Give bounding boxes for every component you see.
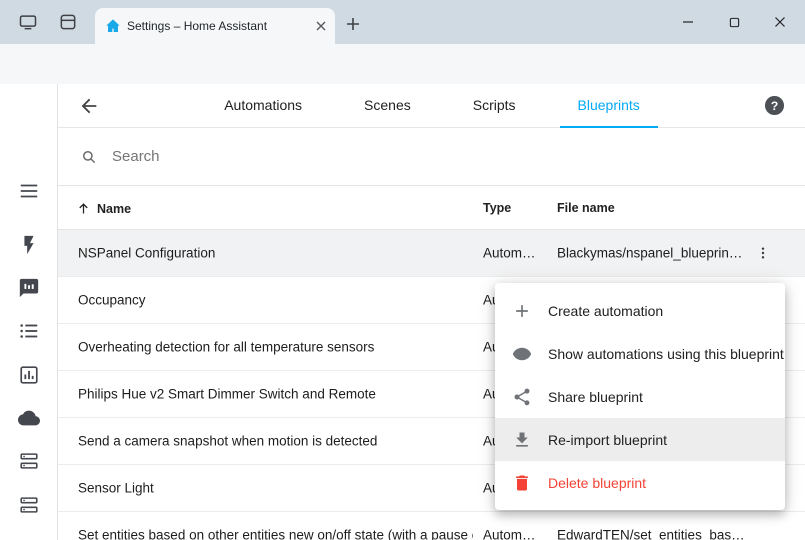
tab-blueprints[interactable]: Blueprints <box>560 84 658 128</box>
menu-item-show-automations[interactable]: Show automations using this blueprint <box>495 332 785 375</box>
new-tab-button[interactable] <box>344 15 362 33</box>
trash-icon <box>512 473 532 493</box>
window-close-button[interactable] <box>758 4 802 40</box>
sidebar-item-voice-assistant[interactable] <box>18 277 40 299</box>
search-input[interactable]: Search <box>112 148 160 165</box>
browser-titlebar: Settings – Home Assistant <box>0 0 805 44</box>
window-maximize-button[interactable] <box>712 4 756 40</box>
eye-icon <box>512 344 532 364</box>
plus-icon <box>512 301 532 321</box>
download-icon <box>512 430 532 450</box>
sidebar-item-devices[interactable] <box>18 450 40 472</box>
ha-sidebar <box>0 84 58 540</box>
row-type: Autom… <box>483 246 553 261</box>
search-row[interactable]: Search <box>58 128 805 185</box>
home-assistant-favicon <box>105 18 121 34</box>
row-name: Sensor Light <box>78 481 154 496</box>
row-file: Blackymas/nspanel_blueprin… <box>557 246 757 261</box>
search-icon <box>80 148 98 166</box>
table-row[interactable]: Set entities based on other entities new… <box>58 512 805 540</box>
sidebar-item-energy[interactable] <box>18 234 40 256</box>
row-file: EdwardTEN/set_entities_bas… <box>557 528 757 540</box>
ha-topbar: Automations Scenes Scripts Blueprints ? <box>58 84 805 128</box>
menu-item-delete-blueprint[interactable]: Delete blueprint <box>495 461 785 504</box>
ha-back-icon[interactable] <box>78 95 100 117</box>
window-minimize-button[interactable] <box>666 4 710 40</box>
table-header: Name Type File name <box>58 185 805 230</box>
column-name[interactable]: Name <box>76 186 131 231</box>
menu-item-create-automation[interactable]: Create automation <box>495 289 785 332</box>
browser-toolbar: Not secure homeassistant.local:8123/... … <box>0 44 805 84</box>
column-name-label: Name <box>97 202 131 216</box>
sidebar-menu-icon[interactable] <box>18 180 40 202</box>
row-name: Set entities based on other entities new… <box>78 528 473 540</box>
row-name: NSPanel Configuration <box>78 246 215 261</box>
menu-item-label: Show automations using this blueprint <box>548 346 784 362</box>
menu-item-reimport-blueprint[interactable]: Re-import blueprint <box>495 418 785 461</box>
workspaces-icon[interactable] <box>18 12 38 32</box>
column-file-name[interactable]: File name <box>557 201 615 215</box>
share-icon <box>512 387 532 407</box>
tab-close-icon[interactable] <box>315 20 327 32</box>
sidebar-item-history[interactable] <box>18 364 40 386</box>
sidebar-item-logbook[interactable] <box>18 320 40 342</box>
tab-scenes[interactable]: Scenes <box>346 84 429 128</box>
row-name: Occupancy <box>78 293 146 308</box>
tab-actions-icon[interactable] <box>58 12 78 32</box>
row-name: Philips Hue v2 Smart Dimmer Switch and R… <box>78 387 376 402</box>
menu-item-label: Re-import blueprint <box>548 432 667 448</box>
sidebar-item-entities[interactable] <box>18 494 40 516</box>
sort-ascending-icon <box>76 201 91 216</box>
row-name: Overheating detection for all temperatur… <box>78 340 374 355</box>
svg-text:?: ? <box>771 99 779 113</box>
menu-item-share-blueprint[interactable]: Share blueprint <box>495 375 785 418</box>
ha-tab-bar: Automations Scenes Scripts Blueprints <box>100 84 764 128</box>
menu-item-label: Create automation <box>548 303 663 319</box>
menu-item-label: Share blueprint <box>548 389 643 405</box>
row-name: Send a camera snapshot when motion is de… <box>78 434 377 449</box>
browser-tab[interactable]: Settings – Home Assistant <box>95 8 335 44</box>
help-icon[interactable]: ? <box>764 95 785 116</box>
blueprint-context-menu: Create automation Show automations using… <box>495 283 785 510</box>
menu-item-label: Delete blueprint <box>548 475 646 491</box>
tab-title: Settings – Home Assistant <box>127 19 309 33</box>
table-row[interactable]: NSPanel Configuration Autom… Blackymas/n… <box>58 230 805 277</box>
tab-automations[interactable]: Automations <box>206 84 320 128</box>
sidebar-item-cloud[interactable] <box>18 407 40 429</box>
column-type[interactable]: Type <box>483 201 511 215</box>
tab-scripts[interactable]: Scripts <box>455 84 534 128</box>
row-overflow-menu-icon[interactable] <box>755 242 771 264</box>
row-type: Autom… <box>483 528 553 540</box>
